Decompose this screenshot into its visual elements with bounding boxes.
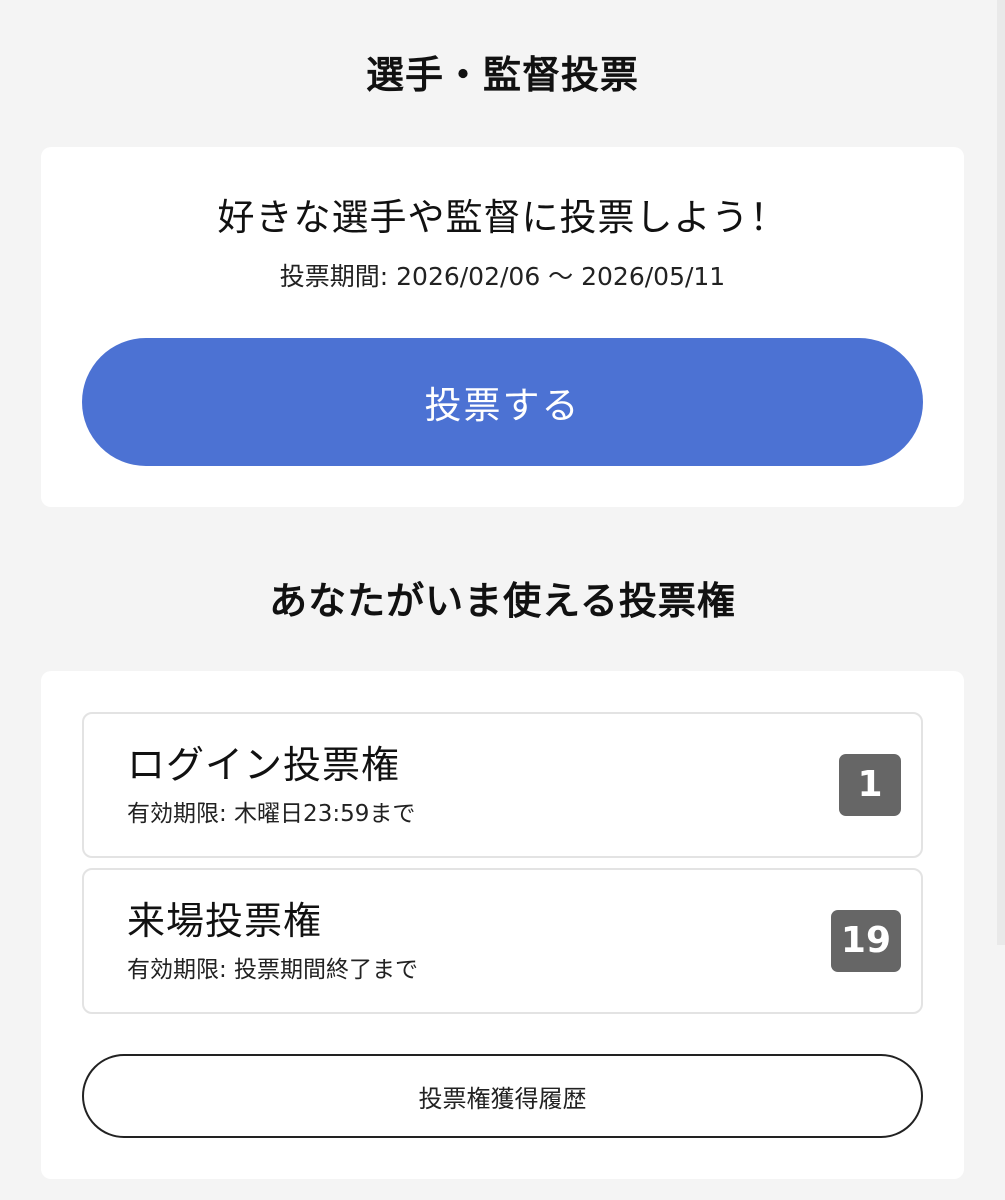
voting-rights-history-button[interactable]: 投票権獲得履歴 — [82, 1054, 923, 1138]
voting-right-expiry: 有効期限: 木曜日23:59まで — [127, 801, 416, 827]
voting-right-expiry: 有効期限: 投票期間終了まで — [127, 957, 419, 983]
voting-rights-card: ログイン投票権 有効期限: 木曜日23:59まで 1 来場投票権 有効期限: 投… — [41, 671, 964, 1179]
voting-right-name: 来場投票権 — [127, 899, 323, 943]
voting-right-count-badge: 1 — [839, 754, 901, 816]
voting-right-name: ログイン投票権 — [127, 743, 401, 787]
vote-button[interactable]: 投票する — [82, 338, 923, 466]
page-title: 選手・監督投票 — [365, 53, 639, 97]
voting-right-item-attendance[interactable]: 来場投票権 有効期限: 投票期間終了まで 19 — [82, 868, 923, 1014]
page-scrollbar[interactable] — [997, 0, 1005, 945]
vote-period: 投票期間: 2026/02/06 〜 2026/05/11 — [279, 262, 726, 291]
voting-right-item-login[interactable]: ログイン投票権 有効期限: 木曜日23:59まで 1 — [82, 712, 923, 858]
voting-rights-section-title: あなたがいま使える投票権 — [269, 579, 736, 623]
voting-right-count-badge: 19 — [830, 910, 901, 972]
vote-headline: 好きな選手や監督に投票しよう！ — [217, 196, 788, 239]
vote-card: 好きな選手や監督に投票しよう！ 投票期間: 2026/02/06 〜 2026/… — [41, 147, 964, 507]
